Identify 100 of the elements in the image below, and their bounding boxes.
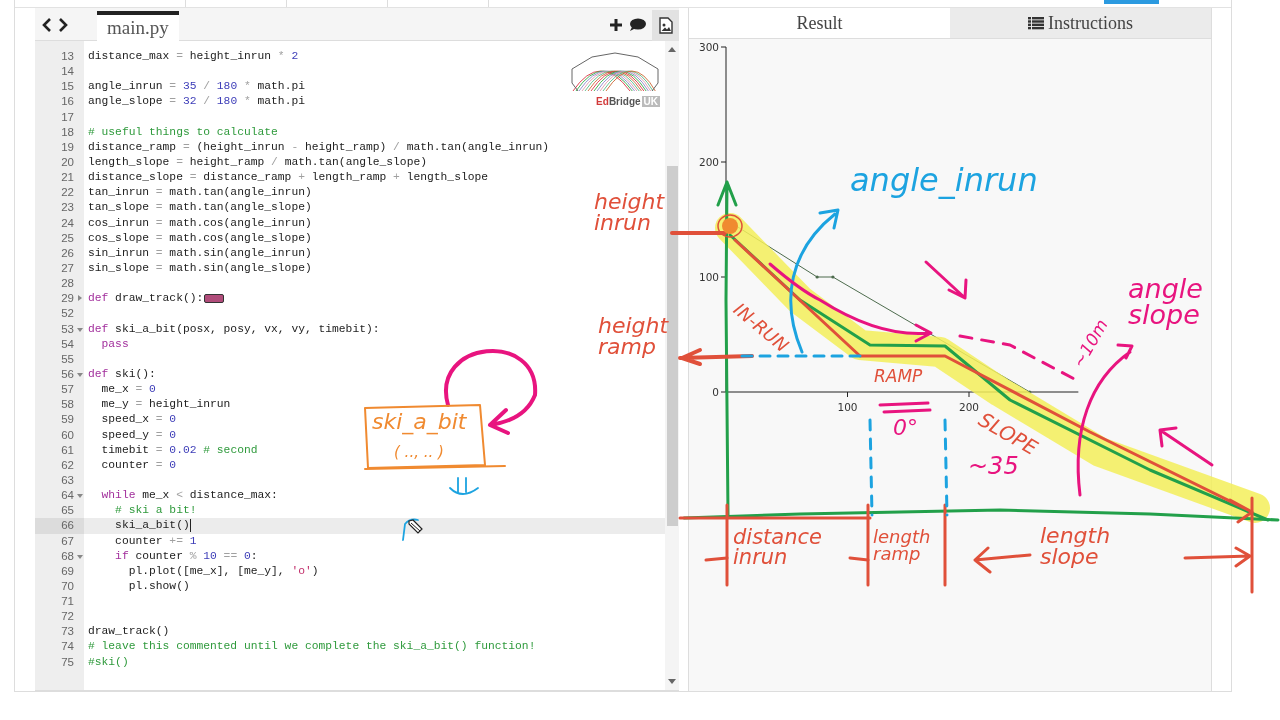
line-number: 23 [60,200,74,216]
line-number: 28 [60,276,74,292]
handwritten-note: ski_a_bit [372,412,467,433]
handwritten-note: angle slope [1128,276,1203,328]
result-tab[interactable]: Instructions [950,8,1211,38]
line-number: 63 [60,472,74,488]
line-number: 61 [60,442,74,458]
file-tab[interactable]: main.py [97,11,179,41]
code-line: counter += 1 [114,533,197,549]
code-line: length_slope = height_ramp / math.tan(angle_slope) [88,155,427,170]
fold-arrow-icon[interactable] [77,372,83,377]
line-number: 19 [60,139,74,155]
progress-strip [1104,0,1159,4]
ink-arrow [1158,426,1214,467]
data-point [831,275,835,279]
code-line: def draw_track(): [88,291,204,307]
handwritten-note: ~35 [968,455,1019,478]
code-line: draw_track() [88,624,170,640]
code-line: pl.plot([me_x], [me_y], 'o') [127,563,319,579]
tick-label: 200 [959,401,979,413]
line-number: 21 [60,170,74,186]
line-number: 56 [60,366,74,382]
fold-arrow-icon[interactable] [78,295,82,302]
code-line: me_y = height_inrun [100,397,231,413]
line-number: 72 [60,609,74,625]
handwritten-note: RAMP [874,368,923,385]
handwritten-note: length slope [1040,526,1111,568]
line-number: 16 [60,94,74,110]
line-number: 66 [60,518,74,534]
ink-squiggle [449,477,479,495]
handwritten-note: ( .., .. ) [394,445,444,460]
code-line: while me_x < distance_max: [100,488,278,504]
handwritten-note: length ramp [873,528,931,563]
line-number: 52 [60,306,74,322]
code-line: # ski a bit! [114,503,197,519]
line-number: 70 [60,578,74,594]
image-file-icon [658,16,673,34]
tick-label: 300 [698,41,719,53]
code-line: distance_ramp = (height_inrun - height_ramp) / math.tan(angle_inrun) [88,139,550,155]
logo-wordmark: EdBridge [596,96,641,107]
line-number: 54 [60,336,74,352]
code-line: ski_a_bit() [114,518,190,534]
line-number: 20 [60,155,74,170]
line-number: 65 [60,503,74,519]
line-number: 59 [60,412,74,428]
code-line: #ski() [88,654,129,670]
handwritten-note: 0° [893,418,918,439]
code-line: distance_slope = distance_ramp + length_ramp + length_slope [88,170,489,186]
code-line: speed_x = 0 [100,412,177,428]
line-number: 67 [60,533,74,549]
back-icon[interactable] [41,17,52,33]
code-line: angle_inrun = 35 / 180 * math.pi [88,79,305,95]
image-file-button[interactable] [652,9,679,41]
ink-squiggle [402,518,419,541]
code-line: sin_inrun = math.sin(angle_inrun) [88,245,312,261]
line-number: 74 [60,639,74,655]
line-number: 13 [60,49,74,64]
line-number: 18 [60,124,74,140]
line-number: 14 [60,64,74,80]
code-line: def ski(): [88,366,156,382]
code-line: pl.show() [127,578,190,594]
data-point [1028,390,1032,394]
line-number: 55 [60,351,74,367]
text-cursor [189,519,191,533]
fold-arrow-icon[interactable] [77,327,83,332]
line-number: 73 [60,624,74,640]
line-number: 24 [60,215,74,231]
line-number: 60 [60,427,74,443]
code-line: angle_slope = 32 / 180 * math.pi [88,94,305,110]
folded-code-marker[interactable] [204,294,225,304]
speech-bubble-icon[interactable] [629,18,646,32]
line-number: 27 [60,260,74,276]
code-line: tan_slope = math.tan(angle_slope) [88,200,312,216]
line-number: 62 [60,457,74,473]
fold-arrow-icon[interactable] [77,554,83,559]
handwritten-note: height inrun [594,192,665,234]
code-line: if counter % 10 == 0: [114,548,258,564]
pencil-icon [406,518,424,536]
tick-label: 0 [712,386,719,398]
logo-badge: UK [641,96,660,107]
handwritten-note: distance inrun [733,528,822,568]
code-line: sin_slope = math.sin(angle_slope) [88,260,312,276]
line-number: 26 [60,245,74,261]
data-point [815,275,819,279]
line-number: 17 [60,109,74,125]
line-number: 58 [60,397,74,413]
code-line: cos_slope = math.cos(angle_slope) [88,230,312,246]
line-number: 15 [60,79,74,95]
line-number: 69 [60,563,74,579]
code-line: tan_inrun = math.tan(angle_inrun) [88,185,312,201]
code-line: # useful things to calculate [88,124,278,140]
code-line: def ski_a_bit(posx, posy, vx, vy, timebit): [88,321,380,337]
code-line: counter = 0 [100,457,177,473]
line-number: 68 [60,548,74,564]
forward-icon[interactable] [58,17,69,33]
plus-icon[interactable] [609,18,623,32]
fold-arrow-icon[interactable] [77,494,83,499]
code-line: # leave this commented until we complete the ski_a_bit() function! [88,639,536,655]
line-number: 22 [60,185,74,201]
line-number: 53 [60,321,74,337]
